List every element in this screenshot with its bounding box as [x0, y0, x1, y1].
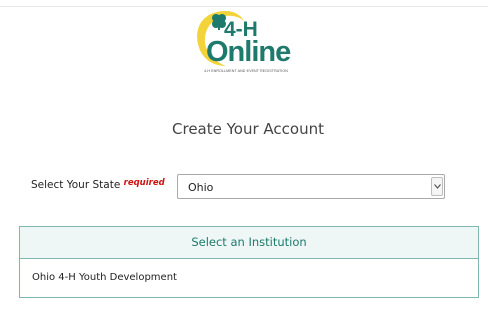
state-select[interactable]: Ohio: [177, 174, 445, 199]
logo-text-online: Online: [206, 36, 291, 68]
site-logo: 4-H Online 4-H ENROLLMENT AND EVENT REGI…: [186, 8, 308, 78]
institution-list-item[interactable]: Ohio 4-H Youth Development: [32, 272, 177, 283]
institution-panel-header: Select an Institution: [20, 227, 478, 259]
top-divider: [0, 6, 488, 7]
required-indicator: required: [123, 178, 165, 188]
select-dropdown-button[interactable]: [431, 177, 443, 196]
state-select-value: Ohio: [188, 181, 214, 194]
logo-tagline: 4-H ENROLLMENT AND EVENT REGISTRATION: [204, 69, 288, 73]
institution-panel: Select an Institution Ohio 4-H Youth Dev…: [19, 226, 479, 298]
chevron-down-icon: [434, 184, 441, 189]
page-title: Create Your Account: [172, 120, 324, 138]
state-label-text: Select Your State: [31, 179, 121, 191]
state-label: Select Your State required: [31, 178, 165, 191]
